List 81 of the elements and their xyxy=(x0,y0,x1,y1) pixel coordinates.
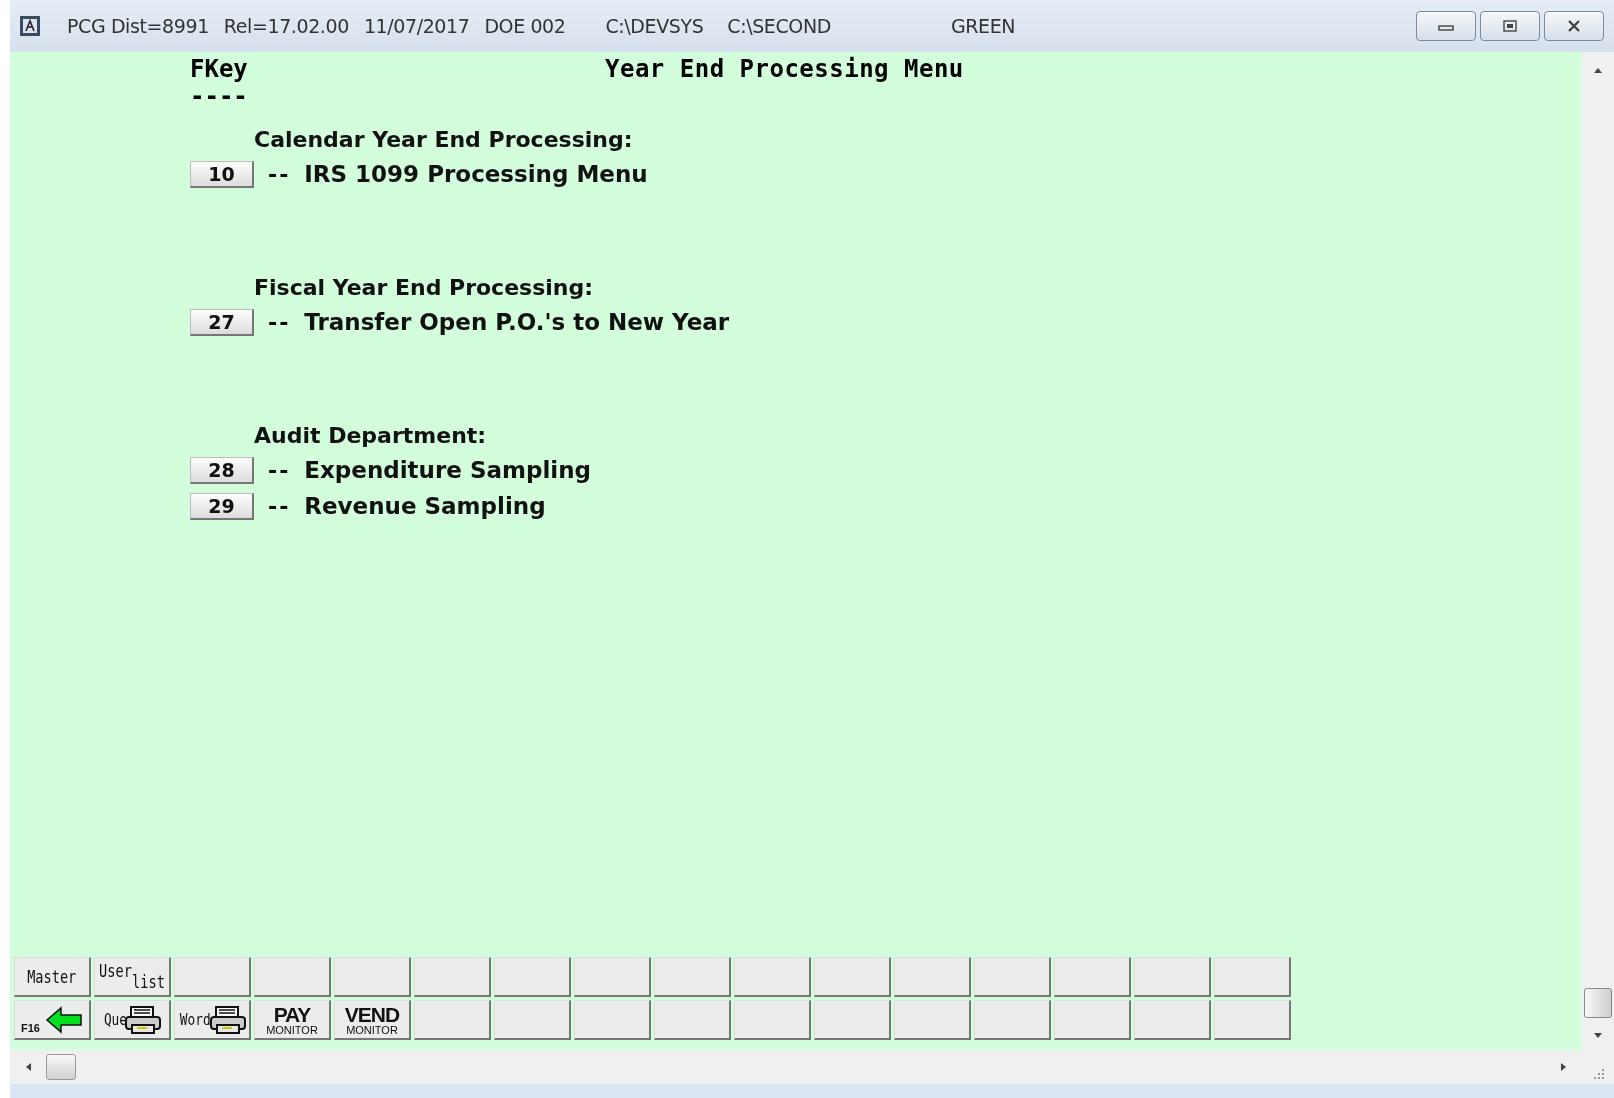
close-button[interactable] xyxy=(1544,11,1604,41)
toolbar-button[interactable]: Master xyxy=(14,957,91,997)
minimize-button[interactable] xyxy=(1416,11,1476,41)
toolbar-button[interactable] xyxy=(174,957,251,997)
title-text: C:\DEVSYS xyxy=(605,15,704,37)
button-text: MONITOR xyxy=(266,1024,318,1036)
separator-text: -- xyxy=(268,493,291,519)
toolbar-button[interactable] xyxy=(254,957,331,997)
function-key-button[interactable]: 28 xyxy=(190,456,254,484)
title-text: GREEN xyxy=(950,15,1016,37)
section-heading: Audit Department: xyxy=(254,422,488,450)
button-text: Que xyxy=(103,1010,127,1029)
scroll-right-icon[interactable] xyxy=(1560,1061,1568,1073)
toolbar-button[interactable] xyxy=(1134,1000,1211,1040)
toolbar-button[interactable] xyxy=(494,957,571,997)
button-text: Word xyxy=(179,1010,211,1029)
section-heading: Fiscal Year End Processing: xyxy=(254,274,595,302)
title-text: C:\SECOND xyxy=(727,15,831,37)
section-heading: Calendar Year End Processing: xyxy=(254,126,634,154)
toolbar-button[interactable] xyxy=(734,957,811,997)
function-key-button[interactable]: 27 xyxy=(190,308,254,336)
scroll-thumb[interactable] xyxy=(1584,988,1612,1018)
button-text: PAY xyxy=(273,1003,311,1025)
scroll-down-icon[interactable] xyxy=(1592,1032,1604,1040)
maximize-button[interactable] xyxy=(1480,11,1540,41)
close-icon xyxy=(1565,19,1583,33)
button-text: VEND xyxy=(344,1003,400,1025)
back-arrow-icon xyxy=(45,1005,83,1034)
toolbar-button[interactable] xyxy=(1054,957,1131,997)
separator-text: -- xyxy=(268,457,291,483)
toolbar-button[interactable] xyxy=(414,957,491,997)
function-key-button[interactable]: 29 xyxy=(190,492,254,520)
title-text: PCG Dist=8991 xyxy=(67,15,209,37)
toolbar-button[interactable] xyxy=(814,957,891,997)
menu-item-label: Transfer Open P.O.'s to New Year xyxy=(304,309,730,335)
toolbar-button[interactable] xyxy=(1054,1000,1131,1040)
toolbar-button[interactable] xyxy=(1134,957,1211,997)
menu-title: Year End Processing Menu xyxy=(605,56,964,85)
toolbar-button[interactable]: F16 xyxy=(14,1000,91,1040)
toolbar-button[interactable] xyxy=(734,1000,811,1040)
toolbar-button[interactable] xyxy=(894,1000,971,1040)
toolbar-button[interactable] xyxy=(974,957,1051,997)
maximize-icon xyxy=(1501,19,1519,33)
toolbar-button[interactable] xyxy=(1214,957,1291,997)
app-icon xyxy=(19,15,41,37)
button-text: F16 xyxy=(21,1022,40,1034)
toolbar-button[interactable]: VEND MONITOR xyxy=(334,1000,411,1040)
title-text: DOE 002 xyxy=(484,15,566,37)
toolbar-button[interactable] xyxy=(414,1000,491,1040)
separator-text: -- xyxy=(268,161,291,187)
button-text: MONITOR xyxy=(346,1024,398,1036)
toolbar-button[interactable] xyxy=(574,957,651,997)
toolbar-button[interactable] xyxy=(654,957,731,997)
button-text: User xyxy=(99,961,132,981)
toolbar-button[interactable] xyxy=(974,1000,1051,1040)
scroll-left-icon[interactable] xyxy=(24,1061,32,1073)
menu-item-label: Expenditure Sampling xyxy=(304,457,592,483)
resize-grip-icon[interactable] xyxy=(1591,1066,1605,1080)
column-heading: FKey xyxy=(190,56,249,83)
toolbar-button[interactable] xyxy=(574,1000,651,1040)
toolbar-button[interactable]: Userlist xyxy=(94,957,171,997)
heading-rule: ---- xyxy=(190,83,249,110)
scroll-thumb[interactable] xyxy=(46,1054,76,1080)
toolbar-button[interactable] xyxy=(334,957,411,997)
scroll-up-icon[interactable] xyxy=(1592,66,1604,74)
toolbar-button[interactable] xyxy=(654,1000,731,1040)
menu-item-label: IRS 1099 Processing Menu xyxy=(304,161,648,187)
title-text: 11/07/2017 xyxy=(363,15,470,37)
toolbar-button[interactable]: PAY MONITOR xyxy=(254,1000,331,1040)
button-text: list xyxy=(132,972,165,992)
toolbar-button[interactable] xyxy=(814,1000,891,1040)
printer-icon xyxy=(208,1004,249,1035)
toolbar-button[interactable]: Word xyxy=(174,1000,251,1040)
toolbar-button[interactable] xyxy=(894,957,971,997)
function-key-button[interactable]: 10 xyxy=(190,160,254,188)
toolbar-button[interactable]: Que xyxy=(94,1000,171,1040)
menu-item-label: Revenue Sampling xyxy=(304,493,546,519)
toolbar-button[interactable] xyxy=(1214,1000,1291,1040)
toolbar-button[interactable] xyxy=(494,1000,571,1040)
title-text: Rel=17.02.00 xyxy=(223,15,349,37)
separator-text: -- xyxy=(268,309,291,335)
